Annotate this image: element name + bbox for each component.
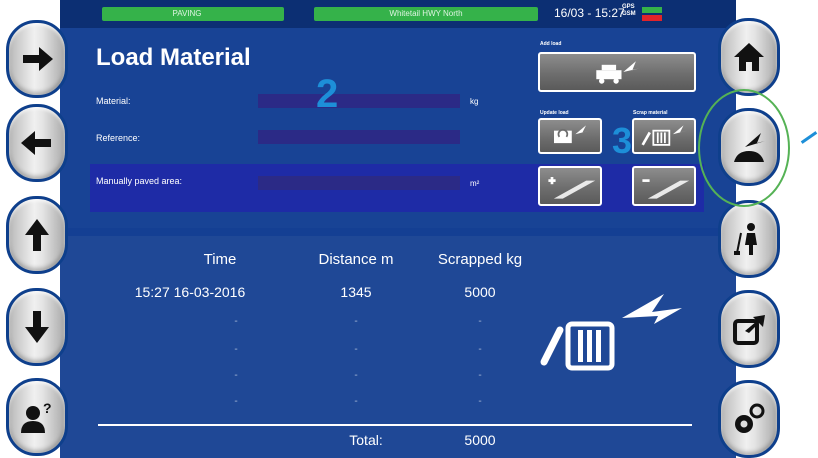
annotation-3: 3	[612, 120, 633, 161]
home-button[interactable]	[718, 18, 780, 96]
scrap-material-button[interactable]	[632, 118, 696, 154]
row3-distance: -	[354, 344, 358, 355]
settings-button[interactable]	[718, 380, 780, 458]
row3-time: -	[234, 344, 238, 355]
route-indicator: Whitetail HWY North	[314, 7, 538, 21]
total-value: 5000	[464, 432, 496, 448]
datetime-label: 16/03 - 15:27	[554, 6, 625, 20]
update-load-button[interactable]	[538, 118, 602, 154]
settings-icon	[735, 403, 765, 433]
export-icon	[733, 315, 765, 345]
add-load-label: Add load	[540, 41, 562, 47]
nav-up-button[interactable]	[6, 196, 68, 274]
arrow-right-icon	[23, 47, 53, 71]
col-header-time: Time	[203, 251, 237, 268]
status-led	[260, 7, 284, 21]
total-divider	[98, 424, 692, 426]
signal-status-icon	[642, 7, 662, 21]
nav-down-button[interactable]	[6, 288, 68, 366]
update-load-label: Update load	[540, 110, 569, 116]
reference-label: Reference:	[96, 133, 141, 143]
row1-distance: 1345	[340, 284, 372, 300]
scrap-material-icon	[641, 125, 688, 146]
reference-input[interactable]	[258, 130, 460, 144]
paver-truck-icon	[596, 61, 640, 84]
scrap-material-label: Scrap material	[633, 110, 668, 116]
decrease-area-button[interactable]	[632, 166, 696, 206]
svg-text:?: ?	[43, 400, 52, 416]
row2-time: -	[234, 316, 238, 327]
page-title: Load Material	[96, 44, 251, 71]
home-icon	[734, 43, 764, 71]
col-header-distance: Distance m	[318, 251, 394, 268]
export-button[interactable]	[718, 290, 780, 368]
gsm-label: GSM	[622, 11, 636, 17]
row5-time: -	[234, 396, 238, 407]
refresh-load-icon	[554, 125, 590, 144]
row3-scrapped: -	[478, 344, 482, 355]
row5-distance: -	[354, 396, 358, 407]
arrow-up-icon	[25, 219, 49, 251]
manual-area-input[interactable]	[258, 176, 460, 190]
signal-labels: GPS GSM	[622, 4, 636, 18]
worker-icon	[734, 223, 757, 255]
nav-right-button[interactable]	[6, 20, 68, 98]
row2-scrapped: -	[478, 316, 482, 327]
help-button[interactable]: ?	[6, 378, 68, 456]
remove-area-icon	[642, 179, 690, 199]
manual-area-unit: m²	[470, 179, 480, 188]
arrow-left-icon	[21, 131, 51, 155]
annotation-2: 2	[316, 72, 339, 116]
arrow-down-icon	[25, 311, 49, 343]
callout-line	[800, 131, 818, 144]
total-label: Total:	[349, 432, 383, 448]
material-label: Material:	[96, 96, 131, 106]
increase-area-button[interactable]	[538, 166, 602, 206]
col-header-scrapped: Scrapped kg	[437, 251, 523, 268]
worker-button[interactable]	[718, 200, 780, 278]
add-load-button[interactable]	[538, 52, 696, 92]
status-bar: PAVING Whitetail HWY North 16/03 - 15:27…	[60, 0, 736, 28]
add-area-icon	[548, 177, 596, 199]
row4-distance: -	[354, 370, 358, 381]
user-help-icon: ?	[21, 400, 52, 433]
row1-scrapped: 5000	[464, 284, 496, 300]
mode-indicator: PAVING	[102, 7, 272, 21]
gps-label: GPS	[622, 4, 635, 10]
row4-time: -	[234, 370, 238, 381]
material-unit: kg	[470, 97, 479, 106]
scrap-material-illustration-icon	[540, 294, 682, 371]
row1-time: 15:27 16-03-2016	[134, 284, 246, 300]
row2-distance: -	[354, 316, 358, 327]
manual-area-label: Manually paved area:	[96, 176, 183, 186]
material-input[interactable]	[258, 94, 460, 108]
row4-scrapped: -	[478, 370, 482, 381]
row5-scrapped: -	[478, 396, 482, 407]
nav-left-button[interactable]	[6, 104, 68, 182]
highlight-ring	[698, 89, 790, 207]
